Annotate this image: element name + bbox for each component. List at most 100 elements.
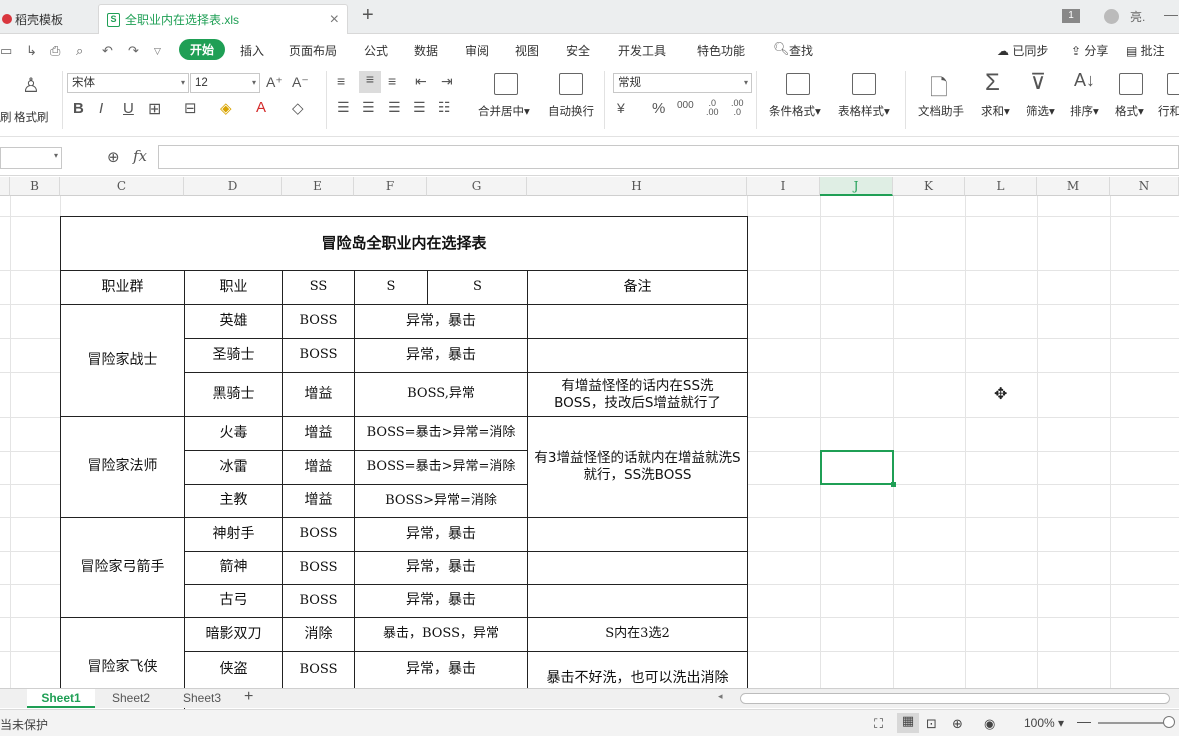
- distribute-icon[interactable]: ☷: [438, 99, 451, 116]
- job-cell[interactable]: 侠盗: [185, 652, 283, 688]
- sum-button[interactable]: 求和▾: [981, 103, 1010, 119]
- menu-security[interactable]: 安全: [566, 42, 590, 59]
- note-cell[interactable]: [528, 518, 748, 552]
- ss-cell[interactable]: 消除: [283, 618, 355, 652]
- sort-icon[interactable]: A↓: [1074, 70, 1095, 91]
- currency-icon[interactable]: ¥: [617, 100, 625, 116]
- comments-button[interactable]: ▤ 批注: [1126, 42, 1165, 59]
- sum-icon[interactable]: Σ: [985, 69, 1000, 97]
- align-bottom-icon[interactable]: ≡: [388, 73, 396, 89]
- zoom-level[interactable]: 100% ▾: [1024, 716, 1064, 730]
- menu-data[interactable]: 数据: [414, 42, 438, 59]
- menu-find[interactable]: 查找: [789, 42, 813, 59]
- ss-cell[interactable]: BOSS: [283, 305, 355, 339]
- ss-cell[interactable]: BOSS: [283, 652, 355, 688]
- job-cell[interactable]: 箭神: [185, 552, 283, 585]
- column-header-n[interactable]: N: [1110, 177, 1179, 196]
- add-sheet-icon[interactable]: +: [244, 688, 253, 706]
- group-mage[interactable]: 冒险家法师: [61, 417, 185, 518]
- underline-icon[interactable]: U: [123, 100, 134, 117]
- window-count-badge[interactable]: 1: [1062, 9, 1080, 23]
- note-cell[interactable]: [528, 585, 748, 618]
- filter-button[interactable]: 筛选▾: [1026, 103, 1055, 119]
- eye-protection-icon[interactable]: ◉: [984, 716, 995, 732]
- column-header-c[interactable]: C: [60, 177, 184, 196]
- tab-spreadsheet[interactable]: S 全职业内在选择表.xls ×: [98, 4, 348, 34]
- s-cell[interactable]: BOSS,异常: [355, 373, 528, 417]
- sync-status[interactable]: ☁ 已同步: [997, 42, 1048, 59]
- note-cell[interactable]: [528, 339, 748, 373]
- undo-icon[interactable]: ↶: [102, 43, 113, 59]
- redo-icon[interactable]: ↷: [128, 43, 139, 59]
- column-header-i[interactable]: I: [747, 177, 820, 196]
- wrap-text-icon[interactable]: [559, 73, 583, 95]
- reading-mode-icon[interactable]: ⊕: [952, 716, 963, 732]
- indent-increase-icon[interactable]: ⇥: [441, 73, 453, 90]
- conditional-format-button[interactable]: 条件格式▾: [769, 103, 821, 119]
- border-icon[interactable]: ⊞: [148, 99, 161, 119]
- s-cell[interactable]: 异常，暴击: [355, 518, 528, 552]
- column-header-e[interactable]: E: [282, 177, 354, 196]
- filter-icon[interactable]: ⊽: [1030, 69, 1046, 95]
- menu-insert[interactable]: 插入: [240, 42, 264, 59]
- sheet-tab-1[interactable]: Sheet1: [27, 689, 95, 708]
- menu-developer[interactable]: 开发工具: [618, 42, 666, 59]
- decrease-decimal-icon[interactable]: .00.0: [731, 99, 744, 117]
- header-note[interactable]: 备注: [528, 271, 748, 305]
- decrease-font-icon[interactable]: A⁻: [292, 74, 309, 91]
- header-ss[interactable]: SS: [283, 271, 355, 305]
- name-box[interactable]: ▾: [0, 147, 62, 169]
- italic-icon[interactable]: I: [99, 100, 103, 117]
- group-warrior[interactable]: 冒险家战士: [61, 305, 185, 417]
- table-style-button[interactable]: 表格样式▾: [838, 103, 890, 119]
- table-title[interactable]: 冒险岛全职业内在选择表: [61, 217, 748, 271]
- zoom-out-icon[interactable]: —: [1077, 713, 1091, 729]
- menu-review[interactable]: 审阅: [465, 42, 489, 59]
- number-format-select[interactable]: 常规 ▾: [613, 73, 752, 93]
- note-cell[interactable]: 有3增益怪怪的话就内在增益就洗S就行，SS洗BOSS: [528, 417, 748, 518]
- job-cell[interactable]: 暗影双刀: [185, 618, 283, 652]
- header-group[interactable]: 职业群: [61, 271, 185, 305]
- clear-format-icon[interactable]: ◇: [292, 99, 304, 117]
- search-icon[interactable]: 🔍︎: [773, 41, 790, 57]
- menu-view[interactable]: 视图: [515, 42, 539, 59]
- align-center-icon[interactable]: ☰: [362, 99, 375, 116]
- zoom-slider-handle[interactable]: [1163, 716, 1175, 728]
- ss-cell[interactable]: 增益: [283, 417, 355, 451]
- job-cell[interactable]: 神射手: [185, 518, 283, 552]
- save-icon[interactable]: ▭: [0, 43, 12, 59]
- sheet-tab-3[interactable]: Sheet3: [168, 689, 236, 708]
- s-cell[interactable]: 异常，暴击: [355, 585, 528, 618]
- minimize-icon[interactable]: —: [1164, 6, 1178, 22]
- column-header-j[interactable]: J: [820, 177, 893, 196]
- horizontal-scrollbar[interactable]: [740, 693, 1170, 704]
- user-name[interactable]: 亮.: [1130, 8, 1145, 25]
- format-button[interactable]: 格式▾: [1115, 103, 1144, 119]
- align-top-icon[interactable]: ≡: [337, 73, 345, 89]
- zoom-slider-track[interactable]: [1098, 722, 1168, 724]
- job-cell[interactable]: 主教: [185, 485, 283, 518]
- doc-helper-button[interactable]: 文档助手: [918, 103, 964, 119]
- cell-style-icon[interactable]: ⊟: [184, 99, 197, 117]
- fill-color-icon[interactable]: ◈: [220, 99, 232, 117]
- ss-cell[interactable]: BOSS: [283, 585, 355, 618]
- align-right-icon[interactable]: ☰: [388, 99, 401, 116]
- print-icon[interactable]: ⎙: [50, 43, 60, 59]
- job-cell[interactable]: 冰雷: [185, 451, 283, 485]
- s-cell[interactable]: 异常，暴击: [355, 305, 528, 339]
- job-cell[interactable]: 黑骑士: [185, 373, 283, 417]
- note-cell[interactable]: [528, 552, 748, 585]
- header-s1[interactable]: S: [355, 271, 428, 305]
- column-header-h[interactable]: H: [527, 177, 747, 196]
- page-break-view-icon[interactable]: ⊡: [926, 716, 937, 732]
- zoom-formula-icon[interactable]: ⊕: [107, 148, 120, 166]
- fx-icon[interactable]: fx: [133, 147, 147, 165]
- column-header-k[interactable]: K: [893, 177, 965, 196]
- merge-center-button[interactable]: 合并居中▾: [478, 103, 530, 119]
- s-cell[interactable]: BOSS=暴击>异常=消除: [355, 417, 528, 451]
- s-cell[interactable]: BOSS=暴击>异常=消除: [355, 451, 528, 485]
- thousands-icon[interactable]: 000: [677, 100, 694, 111]
- tab-docer-templates[interactable]: 稻壳模板: [0, 4, 95, 34]
- job-cell[interactable]: 英雄: [185, 305, 283, 339]
- note-cell[interactable]: S内在3选2: [528, 618, 748, 652]
